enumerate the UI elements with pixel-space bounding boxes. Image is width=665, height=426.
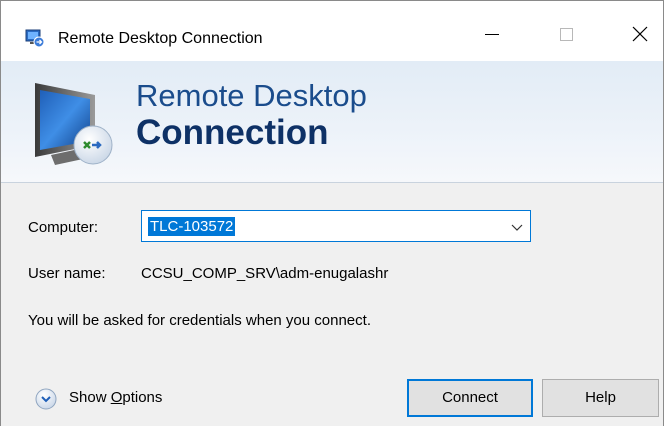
computer-input-value[interactable]: TLC-103572 xyxy=(148,217,236,236)
username-label: User name: xyxy=(28,265,106,282)
expand-options-icon[interactable] xyxy=(35,388,57,410)
show-options-label-start: Show xyxy=(69,389,111,406)
banner-title-line1: Remote Desktop xyxy=(136,78,367,113)
remote-desktop-app-icon xyxy=(25,28,45,48)
computer-label: Computer: xyxy=(28,219,99,236)
close-icon xyxy=(632,26,648,42)
title-bar[interactable]: Remote Desktop Connection xyxy=(1,1,663,61)
remote-desktop-monitor-icon xyxy=(29,79,129,171)
minimize-icon xyxy=(485,34,499,35)
banner-title-line2: Connection xyxy=(136,113,329,152)
show-options-label[interactable]: Show Options xyxy=(69,389,162,406)
maximize-icon xyxy=(560,28,573,41)
username-value: CCSU_COMP_SRV\adm-enugalashr xyxy=(141,265,389,282)
chevron-down-icon[interactable] xyxy=(510,220,524,234)
computer-combobox[interactable]: TLC-103572 xyxy=(141,210,531,242)
window-title: Remote Desktop Connection xyxy=(58,30,263,47)
minimize-button[interactable] xyxy=(466,15,516,55)
connect-button[interactable]: Connect xyxy=(407,379,533,417)
credentials-note: You will be asked for credentials when y… xyxy=(28,312,371,329)
close-button[interactable] xyxy=(616,15,665,55)
help-button[interactable]: Help xyxy=(542,379,659,417)
remote-desktop-window: Remote Desktop Connection Remote Desktop… xyxy=(0,0,664,426)
header-banner: Remote Desktop Connection xyxy=(1,61,663,183)
show-options-access-key: O xyxy=(110,389,123,406)
show-options-label-end: ptions xyxy=(122,389,163,406)
maximize-button[interactable] xyxy=(541,15,591,55)
